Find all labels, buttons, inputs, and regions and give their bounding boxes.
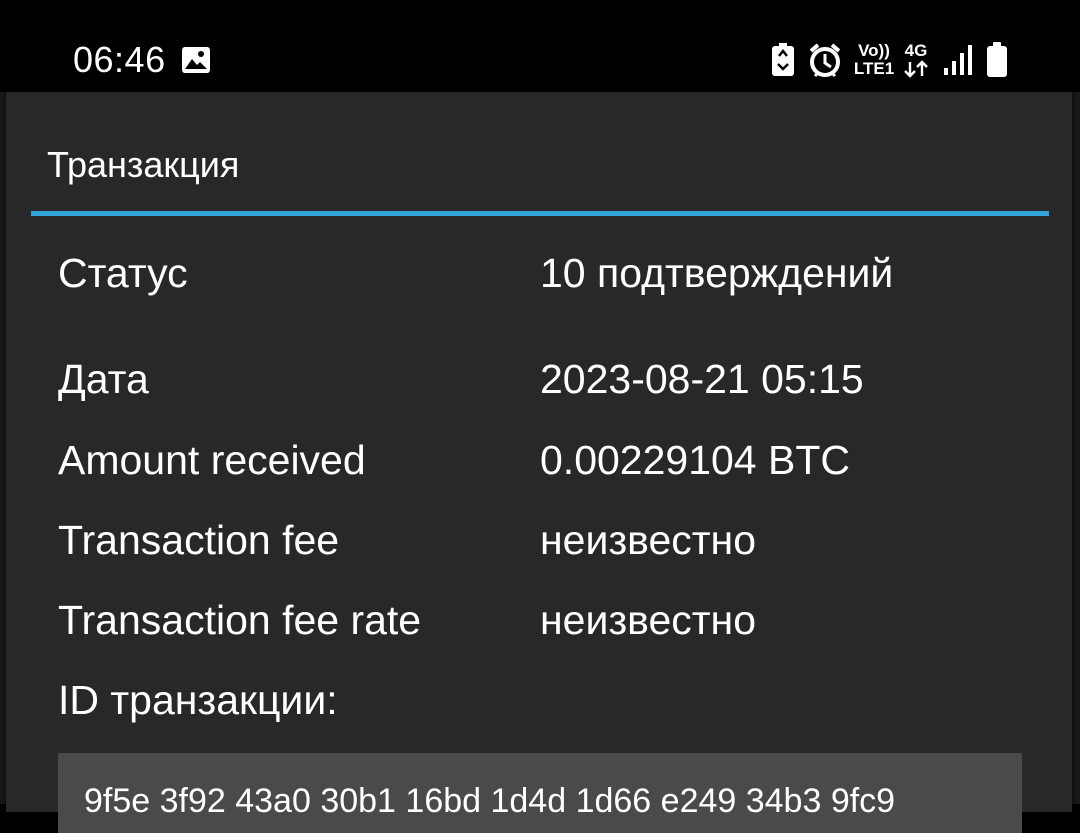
transaction-fee-value: неизвестно	[540, 517, 756, 563]
volte-top: Vo))	[858, 41, 890, 60]
amount-received-label: Amount received	[58, 437, 366, 483]
data-arrows-icon: 4G	[902, 42, 930, 83]
dialog-title: Транзакция	[47, 144, 240, 185]
status-time: 06:46	[73, 39, 166, 80]
alarm-icon	[809, 43, 841, 78]
battery-icon	[987, 42, 1007, 77]
status-label: Статус	[58, 250, 188, 296]
volte-icon: Vo)) LTE1	[853, 42, 895, 78]
recycle-battery-icon	[772, 43, 794, 76]
txid-value[interactable]: 9f5e 3f92 43a0 30b1 16bd 1d4d 1d66 e249 …	[84, 779, 895, 823]
network-type: 4G	[904, 41, 928, 60]
transaction-fee-rate-value: неизвестно	[540, 597, 756, 643]
txid-label: ID транзакции:	[58, 677, 338, 723]
transaction-fee-rate-label: Transaction fee rate	[58, 597, 422, 643]
volte-bottom: LTE1	[853, 59, 895, 78]
txid-field[interactable]: 9f5e 3f92 43a0 30b1 16bd 1d4d 1d66 e249 …	[58, 753, 1022, 833]
gallery-icon	[182, 47, 210, 73]
date-value: 2023-08-21 05:15	[540, 356, 864, 402]
status-value: 10 подтверждений	[540, 250, 894, 296]
title-divider	[31, 211, 1049, 216]
status-bar: 06:46 Vo)) LTE1 4G	[0, 0, 1080, 92]
arrows-glyph	[904, 60, 928, 78]
date-label: Дата	[58, 356, 149, 402]
signal-icon	[944, 45, 972, 75]
transaction-fee-label: Transaction fee	[58, 517, 340, 563]
amount-received-value: 0.00229104 BTC	[540, 437, 851, 483]
